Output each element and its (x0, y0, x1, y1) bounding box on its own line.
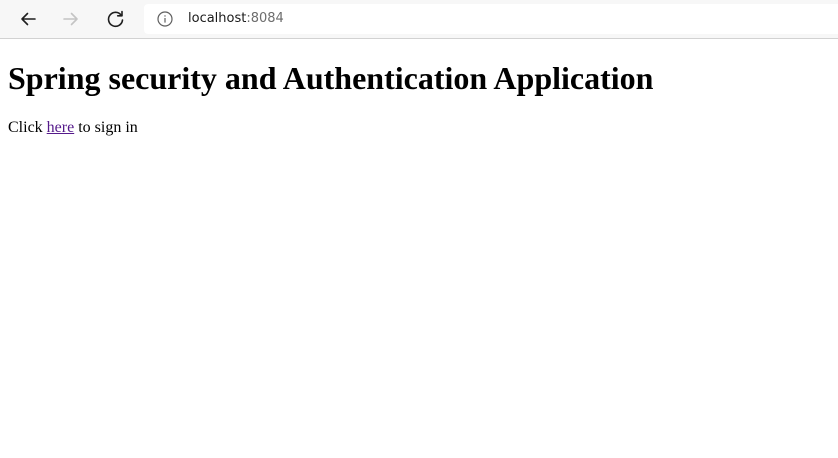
prompt-suffix: to sign in (78, 119, 138, 136)
prompt-prefix: Click (8, 119, 43, 136)
back-button[interactable] (13, 4, 43, 34)
url-port: :8084 (246, 11, 284, 26)
forward-arrow-icon (63, 12, 78, 26)
info-icon[interactable] (157, 11, 173, 27)
reload-icon (107, 10, 124, 28)
sign-in-prompt: Click here to sign in (8, 118, 830, 137)
page-content: Spring security and Authentication Appli… (8, 39, 830, 137)
back-arrow-icon (21, 12, 36, 26)
sign-in-link[interactable]: here (47, 119, 75, 136)
url-text[interactable]: localhost:8084 (188, 10, 284, 28)
reload-button[interactable] (101, 4, 131, 34)
address-bar[interactable]: localhost:8084 (144, 4, 838, 34)
browser-toolbar: localhost:8084 (0, 0, 838, 39)
forward-button[interactable] (56, 4, 86, 34)
url-host: localhost (188, 11, 247, 26)
page-title: Spring security and Authentication Appli… (8, 60, 654, 96)
